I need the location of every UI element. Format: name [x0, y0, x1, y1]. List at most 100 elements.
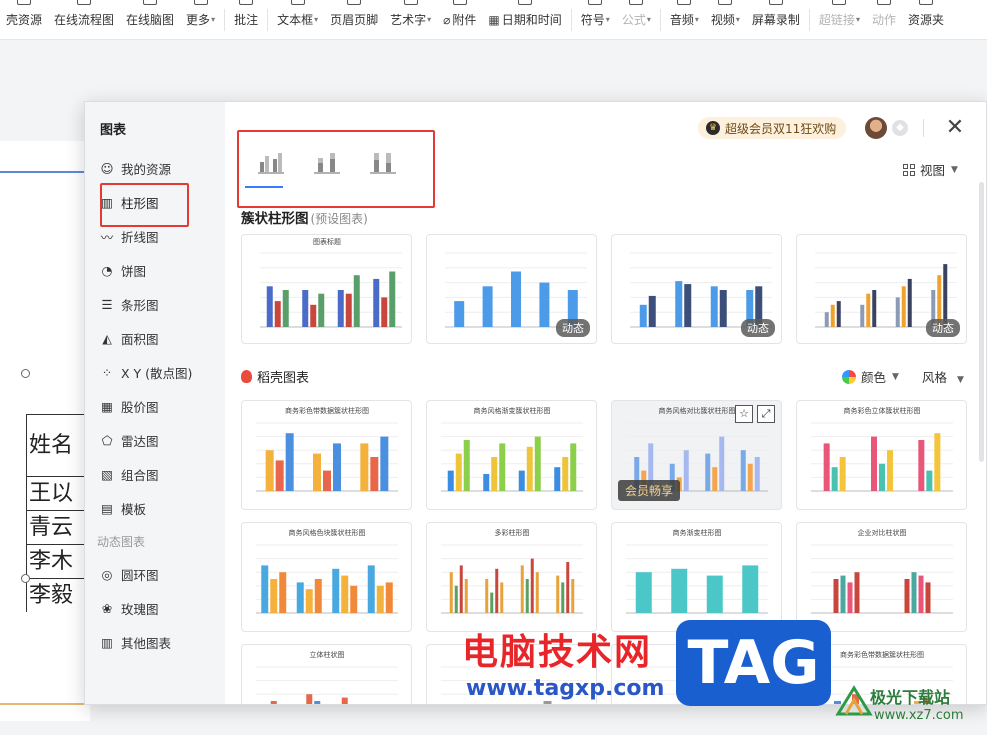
expand-icon[interactable]: ⤢: [757, 405, 775, 423]
toolbar-item[interactable]: 壳资源: [0, 0, 48, 39]
docer-chart-card[interactable]: 立体柱状图: [241, 644, 412, 704]
docer-chart-card[interactable]: 商务风格色块簇状柱形图: [241, 522, 412, 632]
close-icon[interactable]: ✕: [943, 116, 967, 140]
chevron-down-icon: ▾: [855, 15, 860, 24]
toolbar-item[interactable]: 超链接 ▾: [813, 0, 866, 39]
toolbar-item[interactable]: ▦ 日期和时间: [482, 0, 567, 39]
thumbnail-bar: [511, 271, 521, 327]
crown-icon: ♛: [706, 121, 720, 135]
table-cell[interactable]: 李木: [27, 544, 86, 578]
preset-chart-card[interactable]: 动态: [426, 234, 597, 344]
sidebar-item[interactable]: ◎ 圆环图: [99, 557, 219, 591]
toolbar-item[interactable]: 更多 ▾: [180, 0, 221, 39]
preset-chart-card[interactable]: 动态: [611, 234, 782, 344]
vip-promo-banner[interactable]: ♛ 超级会员双11狂欢购: [698, 117, 847, 139]
thumbnail-bar: [518, 470, 525, 491]
sidebar-item[interactable]: ◭ 面积图: [99, 321, 219, 355]
thumbnail-bar: [754, 457, 760, 491]
toolbar-item[interactable]: 批注: [228, 0, 264, 39]
thumbnail-bar: [918, 575, 924, 613]
sidebar-item[interactable]: ☺ 我的资源: [99, 151, 219, 185]
thumbnail-bar: [566, 562, 570, 613]
stock-chart-icon: ▦: [101, 398, 113, 414]
toolbar-item[interactable]: 资源夹: [902, 0, 950, 39]
dynamic-chart-section-label: 动态图表: [97, 535, 146, 549]
toolbar-icon: [677, 0, 692, 5]
sidebar-item[interactable]: ▧ 组合图: [99, 457, 219, 491]
thumbnail-bar: [345, 293, 352, 327]
toolbar-item[interactable]: 在线脑图: [120, 0, 180, 39]
toolbar-item[interactable]: 文本框 ▾: [271, 0, 324, 39]
sidebar-item[interactable]: ❀ 玫瑰图: [99, 591, 219, 625]
toolbar-icon: [629, 0, 644, 5]
thumbnail-bar: [332, 568, 340, 613]
chart-thumbnail: 商务风格色块簇状柱形图: [256, 528, 398, 614]
area-chart-icon: ◭: [102, 330, 112, 346]
grid-view-icon: [903, 163, 915, 176]
thumbnail-bar: [895, 297, 900, 327]
coin-icon[interactable]: ◆: [892, 120, 908, 136]
docer-chart-card[interactable]: 商务风格渐变簇状柱形图: [426, 400, 597, 510]
resize-handle[interactable]: [21, 574, 30, 583]
toolbar-item-label: 在线流程图: [54, 13, 115, 27]
sidebar-item[interactable]: ▥ 其他图表: [99, 625, 219, 659]
table-cell[interactable]: 姓名: [27, 414, 86, 476]
docer-chart-card[interactable]: 企业对比柱状图: [796, 522, 967, 632]
resize-handle[interactable]: [21, 369, 30, 378]
sidebar-item[interactable]: ◔ 饼图: [99, 253, 219, 287]
toolbar-item[interactable]: 在线流程图: [48, 0, 120, 39]
docer-chart-card[interactable]: 商务风格对比簇状柱形图 ☆ ⤢ 会员畅享: [611, 400, 782, 510]
toolbar-icon: [876, 0, 891, 5]
document-rule: [0, 171, 90, 173]
preset-chart-card[interactable]: 动态: [796, 234, 967, 344]
thumbnail-bar: [854, 572, 860, 613]
toolbar-item[interactable]: ⌀ 附件: [437, 0, 482, 39]
thumbnail-bar: [535, 572, 539, 613]
thumbnail-bar: [747, 463, 753, 491]
thumbnail-bar: [911, 572, 917, 613]
watermark-site-url: www.xz7.com: [874, 708, 964, 723]
sidebar-item[interactable]: ☰ 条形图: [99, 287, 219, 321]
vip-badge: 会员畅享: [618, 480, 681, 501]
preset-subtitle: (预设图表): [310, 212, 368, 226]
docer-chart-card[interactable]: 商务渐变柱形图: [611, 522, 782, 632]
sidebar-item[interactable]: ⬠ 雷达图: [99, 423, 219, 457]
thumbnail-bar: [671, 568, 688, 613]
promo-text: 超级会员双11狂欢购: [725, 121, 837, 136]
toolbar-item-label: 批注: [234, 13, 259, 27]
toolbar-item[interactable]: 视频 ▾: [705, 0, 746, 39]
star-icon[interactable]: ☆: [735, 405, 753, 423]
table-cell[interactable]: 青云: [27, 510, 86, 544]
thumbnail-bar: [866, 293, 871, 327]
sidebar-item[interactable]: ⁘ X Y (散点图): [99, 355, 219, 389]
toolbar-item[interactable]: 艺术字 ▾: [384, 0, 437, 39]
table-cell[interactable]: 王以: [27, 476, 86, 510]
toolbar-item[interactable]: 动作: [866, 0, 902, 39]
color-label: 颜色: [861, 370, 887, 385]
preset-chart-card[interactable]: 图表标题: [241, 234, 412, 344]
sidebar-item[interactable]: ▤ 模板: [99, 491, 219, 525]
scrollbar[interactable]: [979, 182, 984, 462]
view-toggle[interactable]: 视图 ▼: [903, 160, 958, 179]
toolbar-item[interactable]: 屏幕录制: [746, 0, 806, 39]
bar-chart-icon: ☰: [101, 296, 113, 312]
avatar[interactable]: [865, 117, 887, 139]
chevron-down-icon: ▼: [951, 164, 958, 175]
thumbnail-bar: [561, 582, 565, 613]
color-filter[interactable]: 颜色 ▼: [842, 367, 899, 386]
sidebar-item[interactable]: ▦ 股价图: [99, 389, 219, 423]
docer-chart-card[interactable]: 商务彩色立体簇状柱形图: [796, 400, 967, 510]
toolbar-icon: [718, 0, 733, 5]
table-cell[interactable]: 李毅: [27, 578, 86, 612]
toolbar-item[interactable]: 页眉页脚: [324, 0, 384, 39]
toolbar-item[interactable]: 符号 ▾: [575, 0, 616, 39]
docer-chart-card[interactable]: 商务彩色带数据簇状柱形图: [241, 400, 412, 510]
document-table[interactable]: 姓名 王以 青云 李木 李毅: [26, 414, 86, 612]
toolbar-separator: [570, 8, 572, 31]
toolbar-item[interactable]: 公式 ▾: [616, 0, 657, 39]
ribbon-toolbar: 壳资源 在线流程图 在线脑图 更多 ▾ 批注 文本框 ▾ 页眉页脚 艺术字 ▾ ⌀ 附件 ▦ 日期和时间 符号…: [0, 0, 987, 40]
toolbar-item[interactable]: 音频 ▾: [664, 0, 705, 39]
docer-chart-card[interactable]: 多彩柱形图: [426, 522, 597, 632]
style-filter[interactable]: 风格 ▼: [922, 367, 964, 386]
toolbar-icon: [588, 0, 603, 5]
